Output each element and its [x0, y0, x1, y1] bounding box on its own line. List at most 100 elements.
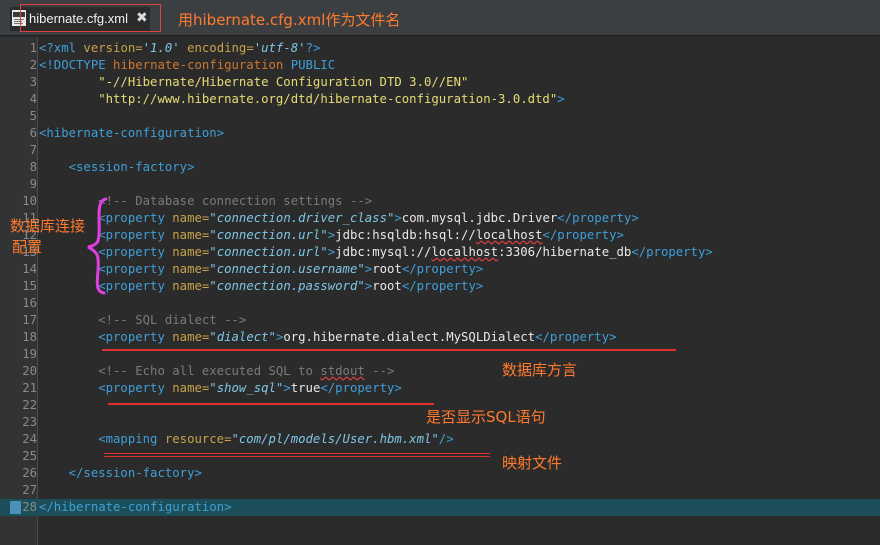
line-number: 5 — [29, 109, 37, 123]
code-line[interactable]: 15 <property name="connection.password">… — [0, 278, 880, 295]
line-number: 27 — [22, 483, 37, 497]
line-number: 7 — [29, 143, 37, 157]
code-line[interactable]: 21 <property name="show_sql">true</prope… — [0, 380, 880, 397]
code-token: jdbc:mysql:// — [335, 245, 432, 259]
code-line[interactable]: 20 <!-- Echo all executed SQL to stdout … — [0, 363, 880, 380]
code-token: </property> — [401, 262, 484, 276]
code-token: name= — [172, 245, 210, 259]
code-token: "connection.driver_class" — [209, 211, 395, 225]
line-code: <mapping resource="com/pl/models/User.hb… — [39, 431, 454, 448]
line-number: 23 — [22, 415, 37, 429]
code-line[interactable]: 8 <session-factory> — [0, 159, 880, 176]
line-code: <property name="dialect">org.hibernate.d… — [39, 329, 617, 346]
code-token: /> — [438, 432, 454, 446]
line-code: <hibernate-configuration> — [39, 125, 224, 142]
code-token: jdbc:hsqldb:hsql:// — [335, 228, 476, 242]
dialect-underline — [102, 349, 676, 351]
code-token: "-//Hibernate/Hibernate Configuration DT… — [39, 75, 469, 89]
code-line[interactable]: 9 — [0, 176, 880, 193]
line-number: 4 — [29, 92, 37, 106]
code-token: <!-- Echo all executed SQL to — [39, 364, 321, 378]
code-token: '1.0' — [142, 41, 180, 55]
line-number: 2 — [29, 58, 37, 72]
line-code: </session-factory> — [39, 465, 202, 482]
code-token: name= — [172, 228, 210, 242]
code-line[interactable]: 14 <property name="connection.username">… — [0, 261, 880, 278]
code-token: root — [372, 279, 402, 293]
dialect-annotation: 数据库方言 — [502, 361, 578, 379]
code-token: </property> — [535, 330, 617, 344]
code-token: "dialect" — [209, 330, 276, 344]
code-token: 'utf-8' — [253, 41, 306, 55]
code-editor[interactable]: 1 <?xml version='1.0' encoding='utf-8'?> 2… — [0, 40, 880, 516]
code-token: "connection.url" — [209, 245, 328, 259]
code-token: ?> — [305, 41, 321, 55]
code-token: version= — [83, 41, 143, 55]
code-line[interactable]: 12 <property name="connection.url">jdbc:… — [0, 227, 880, 244]
code-token: "show_sql" — [209, 381, 284, 395]
code-token: </property> — [542, 228, 624, 242]
code-token: <!-- SQL dialect --> — [39, 313, 247, 327]
code-token: <?xml — [39, 41, 84, 55]
line-number: 3 — [29, 75, 37, 89]
code-token: org.hibernate.dialect.MySQLDialect — [283, 330, 536, 344]
code-line[interactable]: 10 <!-- Database connection settings --> — [0, 193, 880, 210]
code-line[interactable]: 6 <hibernate-configuration> — [0, 125, 880, 142]
line-code: <session-factory> — [39, 159, 195, 176]
code-token: > — [394, 211, 402, 225]
code-token: > — [557, 92, 565, 106]
show-sql-annotation: 是否显示SQL语句 — [426, 408, 546, 426]
code-token: "connection.url" — [209, 228, 328, 242]
code-line[interactable]: 27 — [0, 482, 880, 499]
code-line[interactable]: 18 <property name="dialect">org.hibernat… — [0, 329, 880, 346]
line-number: 24 — [22, 432, 37, 446]
db-connection-annotation-line2: 配置 — [12, 238, 43, 256]
code-line[interactable]: 3 "-//Hibernate/Hibernate Configuration … — [0, 74, 880, 91]
code-line[interactable]: 11 <property name="connection.driver_cla… — [0, 210, 880, 227]
code-line[interactable]: 2 <!DOCTYPE hibernate-configuration PUBLI… — [0, 57, 880, 74]
code-line[interactable]: 28 </hibernate-configuration> — [0, 499, 880, 516]
code-line[interactable]: 1 <?xml version='1.0' encoding='utf-8'?> — [0, 40, 880, 57]
line-number: 28 — [22, 500, 37, 514]
code-token: <session-factory> — [39, 160, 195, 174]
line-code: <?xml version='1.0' encoding='utf-8'?> — [39, 40, 320, 57]
code-token: "connection.password" — [209, 279, 365, 293]
code-token: <mapping — [39, 432, 165, 446]
line-number: 16 — [22, 296, 37, 310]
code-token: encoding= — [179, 41, 254, 55]
line-number: 19 — [22, 347, 37, 361]
code-line[interactable]: 7 — [0, 142, 880, 159]
code-token: </hibernate-configuration> — [39, 500, 232, 514]
code-line[interactable]: 13 <property name="connection.url">jdbc:… — [0, 244, 880, 261]
line-number: 10 — [22, 194, 37, 208]
db-connection-annotation-line1: 数据库连接 — [10, 217, 86, 235]
code-token: com.mysql.jdbc.Driver — [401, 211, 558, 225]
line-code: </hibernate-configuration> — [39, 499, 232, 516]
code-token: localhost — [431, 245, 499, 259]
show-sql-underline — [108, 403, 434, 405]
code-token: </session-factory> — [39, 466, 202, 480]
code-token: </property> — [557, 211, 639, 225]
code-line[interactable]: 24 <mapping resource="com/pl/models/User… — [0, 431, 880, 448]
code-token: name= — [172, 211, 210, 225]
line-number: 14 — [22, 262, 37, 276]
code-token: <property — [39, 330, 173, 344]
code-token: root — [372, 262, 402, 276]
connection-brace-annotation — [87, 197, 108, 295]
code-line[interactable]: 16 — [0, 295, 880, 312]
code-line[interactable]: 4 "http://www.hibernate.org/dtd/hibernat… — [0, 91, 880, 108]
code-line[interactable]: 17 <!-- SQL dialect --> — [0, 312, 880, 329]
code-token: <!DOCTYPE — [39, 58, 114, 72]
line-code: <property name="connection.url">jdbc:mys… — [39, 244, 713, 261]
code-token: name= — [172, 262, 210, 276]
line-number: 1 — [29, 41, 37, 55]
code-line[interactable]: 26 </session-factory> — [0, 465, 880, 482]
code-token: name= — [172, 381, 210, 395]
code-line[interactable]: 5 — [0, 108, 880, 125]
tab-annotation-box — [20, 4, 161, 32]
line-code: <!-- SQL dialect --> — [39, 312, 246, 329]
code-token: :3306/hibernate_db — [498, 245, 632, 259]
line-number: 18 — [22, 330, 37, 344]
line-code: "http://www.hibernate.org/dtd/hibernate-… — [39, 91, 565, 108]
line-code: "-//Hibernate/Hibernate Configuration DT… — [39, 74, 468, 91]
